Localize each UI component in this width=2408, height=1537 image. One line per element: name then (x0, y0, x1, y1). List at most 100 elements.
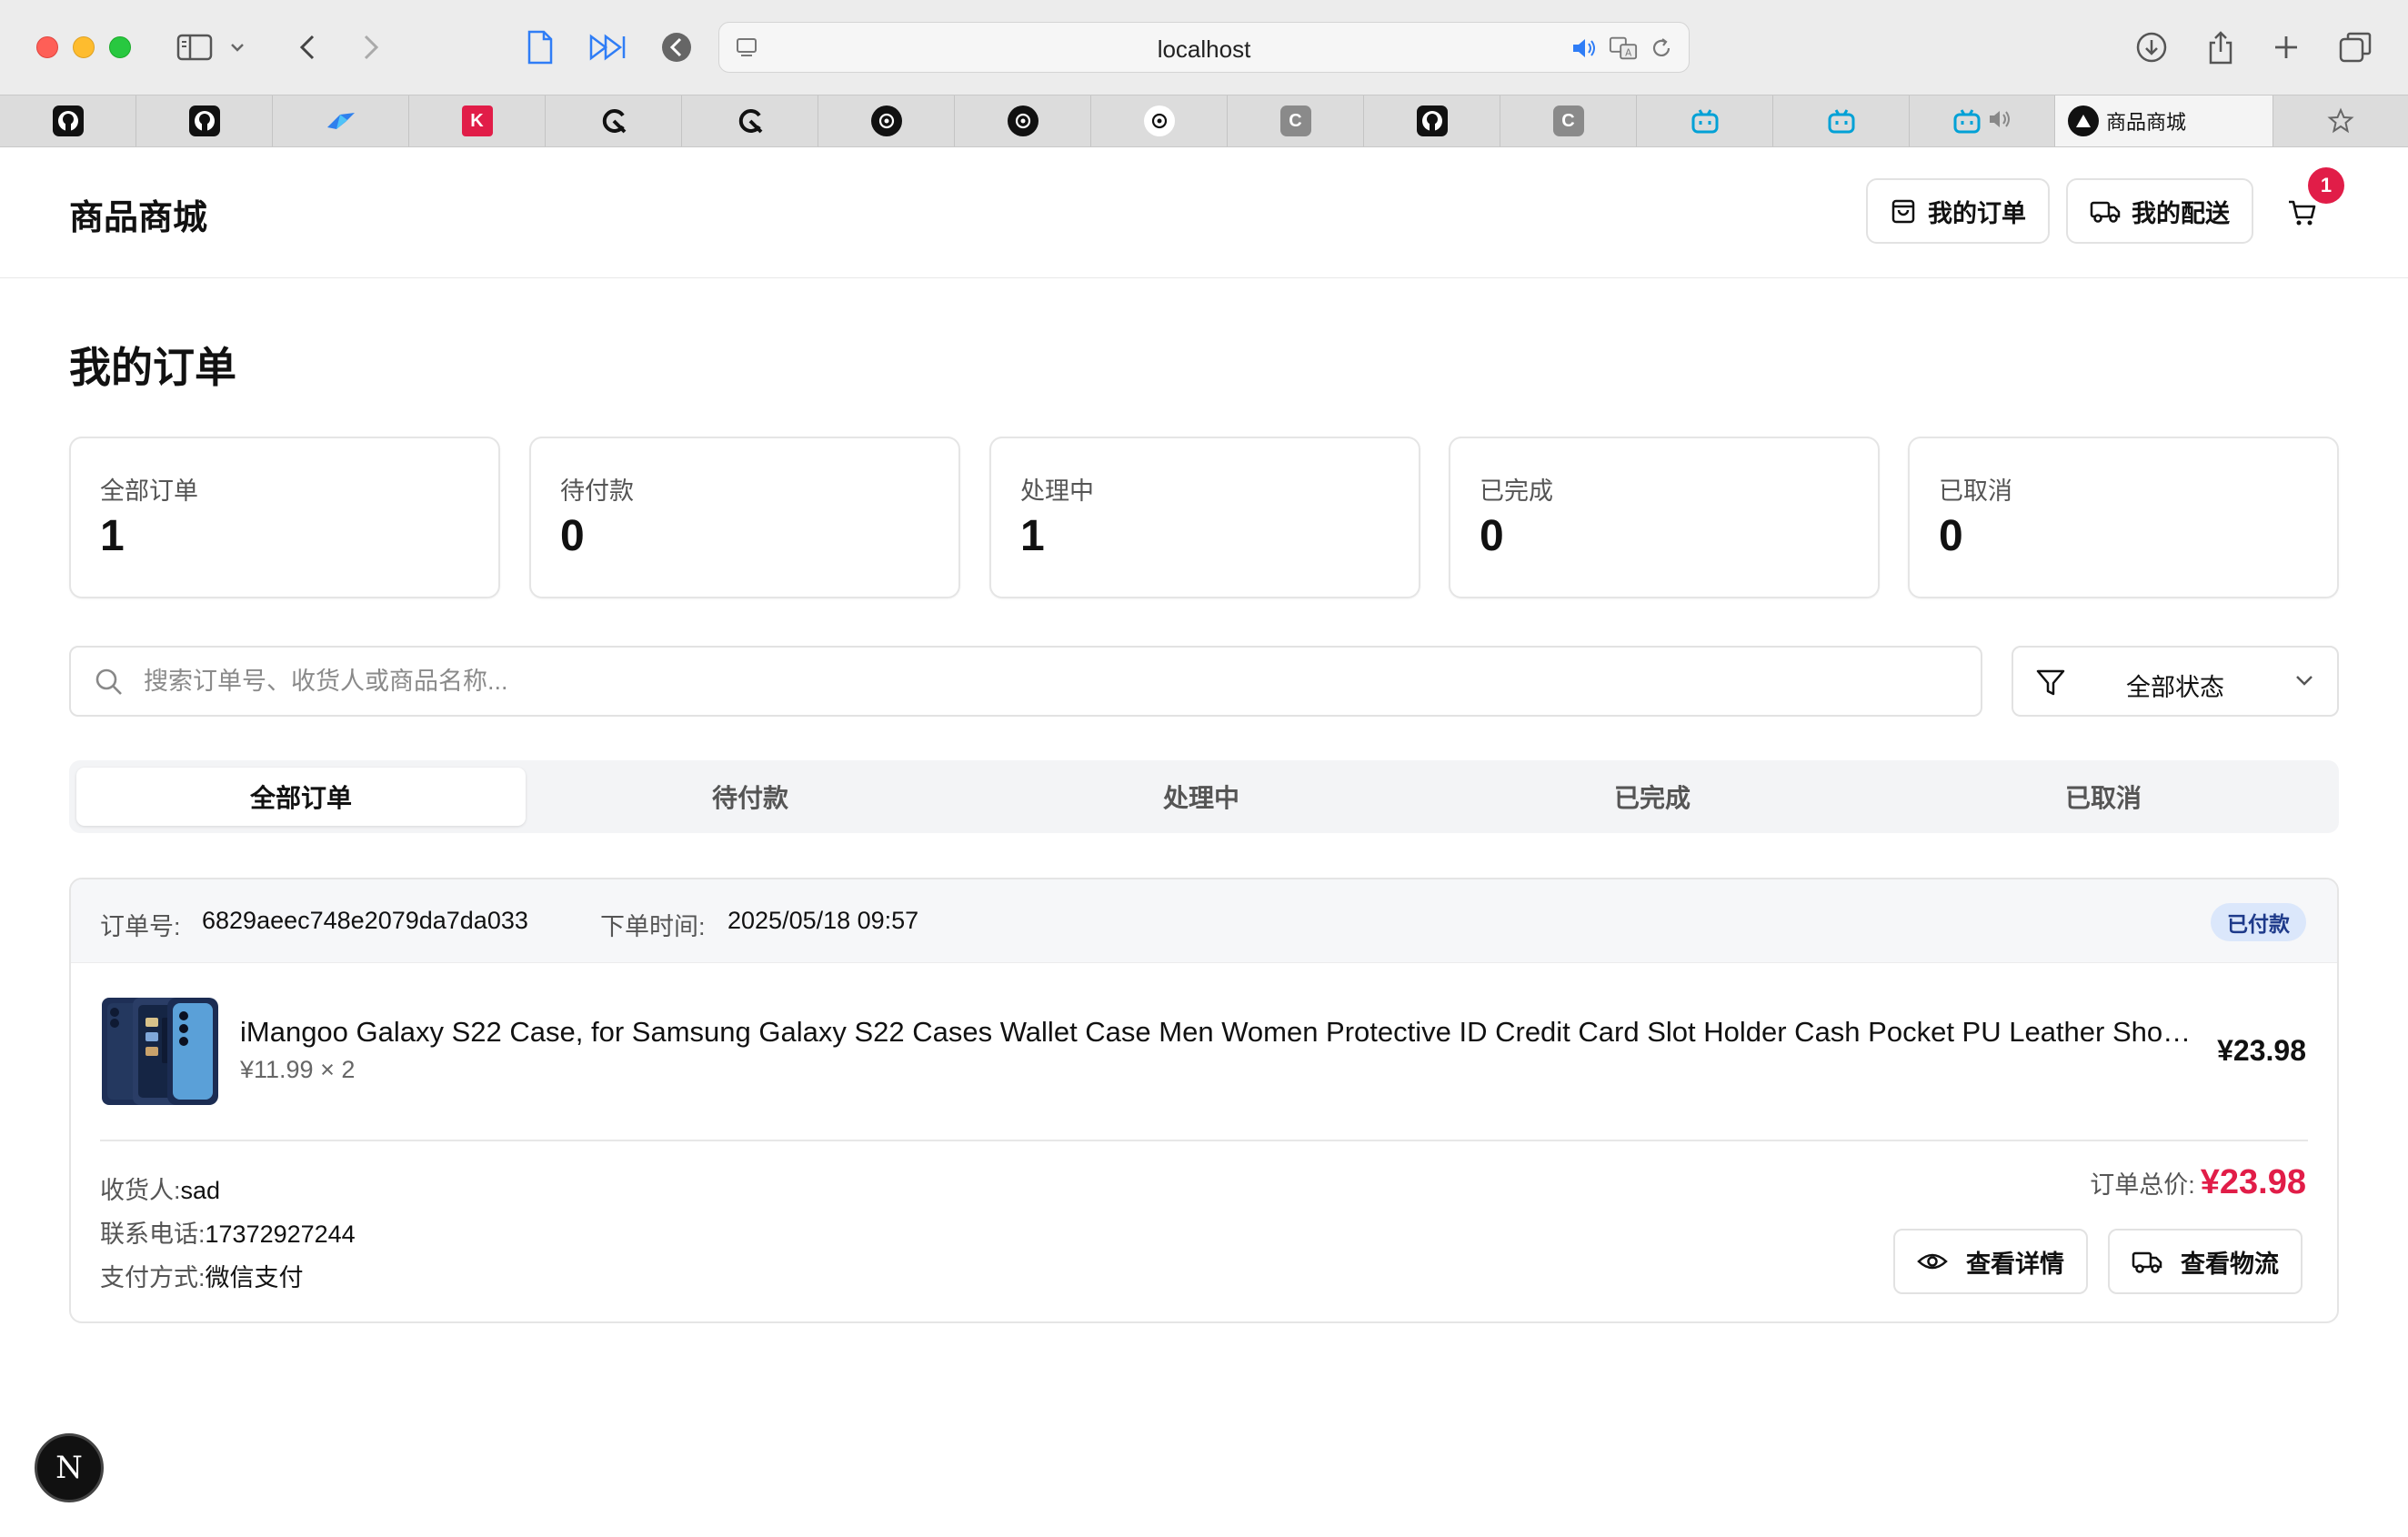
tab-cancelled[interactable]: 已取消 (1879, 768, 2328, 826)
browser-tab[interactable] (1091, 95, 1228, 146)
svg-text:A: A (1625, 47, 1631, 58)
eye-icon (1917, 1253, 1948, 1270)
claude-icon (598, 105, 629, 136)
view-logistics-label: 查看物流 (2181, 1250, 2279, 1278)
my-delivery-label: 我的配送 (2132, 199, 2230, 227)
stat-value: 1 (100, 512, 125, 560)
github-icon (1416, 105, 1448, 136)
tab-pending-payment[interactable]: 待付款 (526, 768, 975, 826)
address-bar[interactable]: localhost A (718, 22, 1690, 73)
browser-tab[interactable] (136, 95, 273, 146)
minimize-window-button[interactable] (73, 36, 95, 58)
tab-completed[interactable]: 已完成 (1428, 768, 1877, 826)
c-icon: C (1552, 105, 1584, 136)
share-icon[interactable] (2199, 25, 2242, 69)
downloads-icon[interactable] (2130, 25, 2173, 69)
active-browser-tab[interactable]: 商品商城 (2055, 95, 2273, 146)
browser-tab[interactable] (1637, 95, 1773, 146)
fast-forward-icon[interactable] (586, 25, 629, 69)
browser-tab[interactable] (1910, 95, 2055, 146)
url-text[interactable]: localhost (719, 35, 1689, 64)
search-input[interactable] (144, 660, 1944, 702)
new-tab-icon[interactable] (2264, 25, 2308, 69)
order-total-label: 订单总价: (2090, 1171, 2195, 1199)
bilibili-icon (1826, 105, 1857, 136)
browser-tab[interactable] (273, 95, 409, 146)
sidebar-toggle-icon[interactable] (173, 25, 216, 69)
openai-icon (1143, 105, 1175, 136)
speaker-icon[interactable] (1988, 108, 2013, 135)
stat-card-cancelled: 已取消 0 (1908, 437, 2339, 598)
browser-tab[interactable] (1773, 95, 1910, 146)
status-filter-value: 全部状态 (2126, 674, 2224, 701)
bilibili-icon (1690, 105, 1721, 136)
translate-icon[interactable]: A (1609, 34, 1638, 63)
bilibili-icon (1951, 105, 1982, 136)
openai-icon (870, 105, 902, 136)
view-logistics-button[interactable]: 查看物流 (2108, 1229, 2303, 1294)
browser-tab[interactable] (546, 95, 682, 146)
c-icon: C (1279, 105, 1311, 136)
receiver-row: 收货人:sad (100, 1170, 220, 1206)
browser-tab[interactable] (1364, 95, 1500, 146)
stat-card-completed: 已完成 0 (1449, 437, 1880, 598)
search-icon (95, 668, 122, 695)
tab-processing[interactable]: 处理中 (977, 768, 1426, 826)
stat-value: 0 (1480, 512, 1504, 560)
close-window-button[interactable] (36, 36, 58, 58)
github-icon (52, 105, 84, 136)
browser-tab[interactable] (955, 95, 1091, 146)
extension-icon[interactable] (655, 25, 698, 69)
browser-tab[interactable]: C (1228, 95, 1364, 146)
view-detail-button[interactable]: 查看详情 (1893, 1229, 2088, 1294)
status-filter-select[interactable]: 全部状态 (2012, 646, 2339, 717)
browser-tab[interactable] (682, 95, 818, 146)
browser-tab[interactable]: K (409, 95, 546, 146)
payment-value: 微信支付 (205, 1264, 304, 1291)
openai-icon (1007, 105, 1038, 136)
payment-label: 支付方式: (100, 1264, 206, 1291)
phone-row: 联系电话:17372927244 (100, 1214, 356, 1250)
my-delivery-button[interactable]: 我的配送 (2066, 178, 2253, 244)
browser-tab[interactable] (0, 95, 136, 146)
order-card: 订单号: 6829aeec748e2079da7da033 下单时间: 2025… (69, 878, 2339, 1323)
browser-tab[interactable] (818, 95, 955, 146)
tab-all-orders[interactable]: 全部订单 (76, 768, 526, 826)
active-tab-title: 商品商城 (2106, 111, 2187, 134)
nextjs-dev-indicator[interactable]: N (35, 1433, 104, 1502)
browser-toolbar: localhost A (0, 0, 2408, 95)
order-status-tabs: 全部订单 待付款 处理中 已完成 已取消 (69, 760, 2339, 833)
forward-icon[interactable] (349, 25, 393, 69)
bookmark-star-icon[interactable] (2273, 95, 2408, 146)
chevron-down-icon[interactable] (224, 25, 251, 69)
phone-value: 17372927244 (205, 1221, 356, 1248)
receiver-label: 收货人: (100, 1177, 181, 1204)
my-orders-button[interactable]: 我的订单 (1866, 178, 2050, 244)
chevron-down-icon (2296, 676, 2313, 686)
shopping-bag-icon (1891, 199, 1915, 224)
truck-icon (2132, 1251, 2162, 1273)
stat-value: 0 (560, 512, 585, 560)
reload-icon[interactable] (1647, 34, 1676, 63)
stat-card-pending-payment: 待付款 0 (529, 437, 960, 598)
site-header: 商品商城 我的订单 我的配送 1 (0, 147, 2408, 278)
product-name[interactable]: iMangoo Galaxy S22 Case, for Samsung Gal… (240, 1016, 2195, 1049)
app-page: 商品商城 我的订单 我的配送 1 我的订单 全部订单 1 待付款 0 处理中 1… (0, 147, 2408, 1537)
product-image[interactable] (100, 992, 218, 1110)
back-icon[interactable] (286, 25, 329, 69)
status-badge: 已付款 (2211, 903, 2306, 941)
page-icon[interactable] (518, 25, 562, 69)
tab-strip: K C C 商品商城 (0, 95, 2408, 147)
brand-title[interactable]: 商品商城 (69, 189, 207, 239)
tab-overview-icon[interactable] (2333, 25, 2377, 69)
stat-value: 1 (1020, 512, 1045, 560)
zoom-window-button[interactable] (109, 36, 131, 58)
browser-tab[interactable]: C (1500, 95, 1637, 146)
product-unit-quantity: ¥11.99 × 2 (240, 1056, 356, 1083)
product-subtotal: ¥23.98 (2217, 1034, 2306, 1067)
order-card-header: 订单号: 6829aeec748e2079da7da033 下单时间: 2025… (71, 879, 2337, 963)
audio-icon[interactable] (1570, 34, 1600, 63)
search-box (69, 646, 1982, 717)
stat-card-all: 全部订单 1 (69, 437, 500, 598)
stat-card-processing: 处理中 1 (989, 437, 1420, 598)
